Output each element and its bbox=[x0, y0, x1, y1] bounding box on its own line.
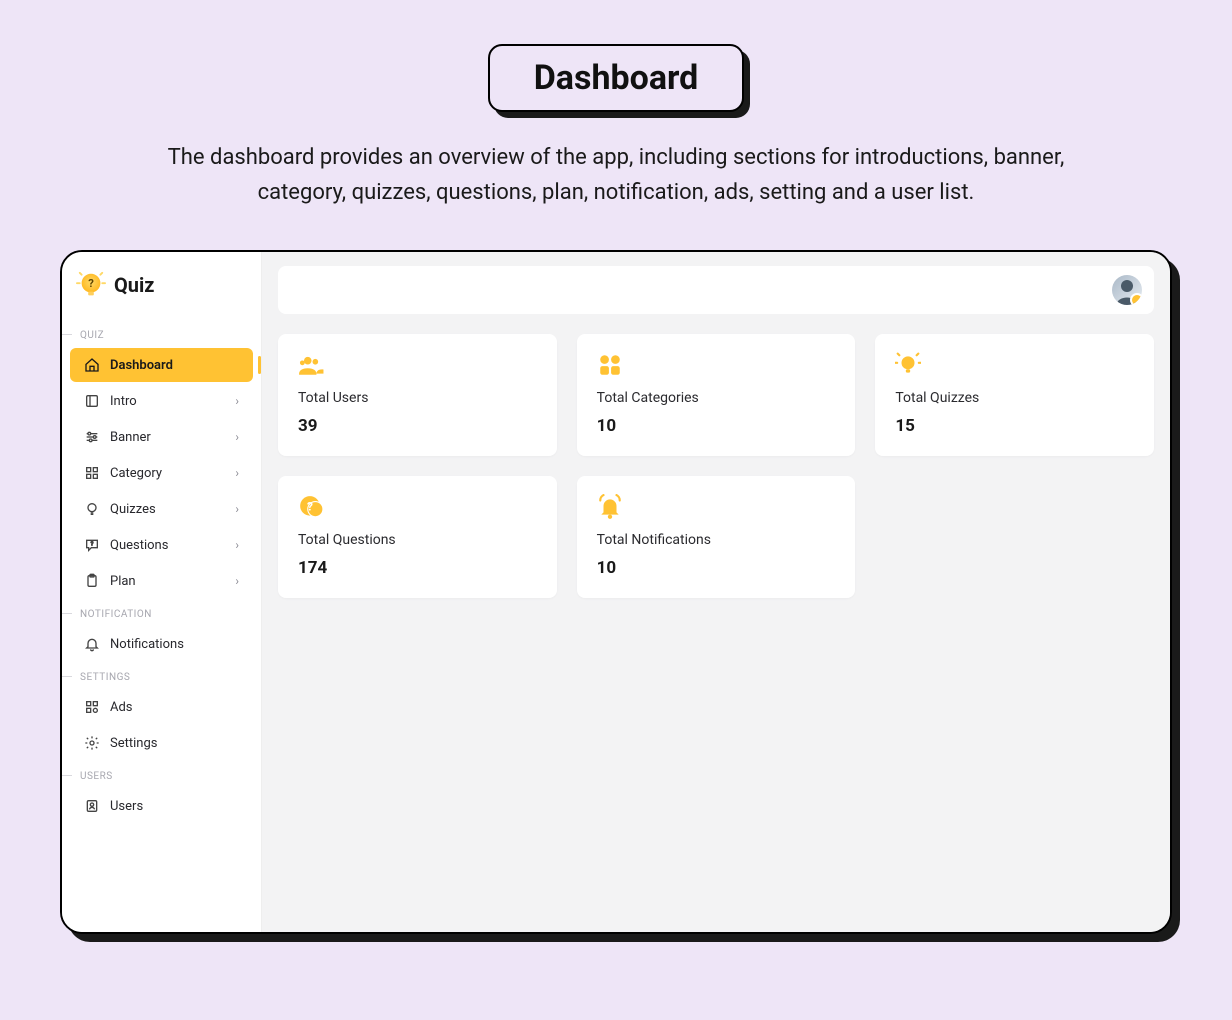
users-icon bbox=[298, 352, 537, 380]
chevron-right-icon: › bbox=[235, 538, 239, 552]
stats-grid: Total Users 39 Total Categories 10 Total… bbox=[278, 334, 1154, 598]
quiz-bulb-icon bbox=[895, 352, 1134, 380]
sidebar-item-banner[interactable]: Banner › bbox=[70, 420, 253, 454]
user-icon bbox=[84, 798, 100, 814]
section-settings-label: SETTINGS bbox=[62, 662, 261, 689]
card-label: Total Questions bbox=[298, 532, 537, 548]
lightbulb-icon bbox=[84, 501, 100, 517]
card-label: Total Categories bbox=[597, 390, 836, 406]
card-value: 10 bbox=[597, 416, 836, 436]
svg-text:?: ? bbox=[88, 277, 94, 290]
card-total-quizzes: Total Quizzes 15 bbox=[875, 334, 1154, 456]
section-notification-label: NOTIFICATION bbox=[62, 599, 261, 626]
nav-label: Questions bbox=[110, 538, 168, 553]
brand-name: Quiz bbox=[114, 273, 154, 297]
sidebar-item-intro[interactable]: Intro › bbox=[70, 384, 253, 418]
chevron-right-icon: › bbox=[235, 430, 239, 444]
card-label: Total Notifications bbox=[597, 532, 836, 548]
card-total-notifications: Total Notifications 10 bbox=[577, 476, 856, 598]
nav-label: Ads bbox=[110, 700, 133, 715]
chevron-right-icon: › bbox=[235, 394, 239, 408]
sidebar-item-questions[interactable]: ? Questions › bbox=[70, 528, 253, 562]
card-value: 15 bbox=[895, 416, 1134, 436]
nav-label: Quizzes bbox=[110, 502, 156, 517]
nav-label: Dashboard bbox=[110, 358, 173, 373]
nav-label: Intro bbox=[110, 394, 137, 409]
app-window: ? Quiz QUIZ Dashboard Intro › bbox=[60, 250, 1172, 934]
page-subtitle: The dashboard provides an overview of th… bbox=[126, 140, 1106, 210]
sidebar-item-dashboard[interactable]: Dashboard bbox=[70, 348, 253, 382]
nav-label: Banner bbox=[110, 430, 151, 445]
nav-label: Users bbox=[110, 799, 143, 814]
chevron-right-icon: › bbox=[235, 574, 239, 588]
card-value: 174 bbox=[298, 558, 537, 578]
section-users-label: USERS bbox=[62, 761, 261, 788]
sidebar-item-settings[interactable]: Settings bbox=[70, 726, 253, 760]
card-total-users: Total Users 39 bbox=[278, 334, 557, 456]
nav-label: Plan bbox=[110, 574, 136, 589]
question-bubble-icon: ? bbox=[298, 494, 537, 522]
nav-label: Settings bbox=[110, 736, 157, 751]
topbar bbox=[278, 266, 1154, 314]
clipboard-icon bbox=[84, 573, 100, 589]
sliders-icon bbox=[84, 429, 100, 445]
brand: ? Quiz bbox=[62, 266, 261, 320]
avatar[interactable] bbox=[1112, 275, 1142, 305]
home-icon bbox=[84, 357, 100, 373]
nav-label: Notifications bbox=[110, 637, 184, 652]
card-label: Total Quizzes bbox=[895, 390, 1134, 406]
card-value: 39 bbox=[298, 416, 537, 436]
card-total-categories: Total Categories 10 bbox=[577, 334, 856, 456]
grid-icon bbox=[84, 465, 100, 481]
sidebar-item-category[interactable]: Category › bbox=[70, 456, 253, 490]
chevron-right-icon: › bbox=[235, 466, 239, 480]
sidebar-item-users[interactable]: Users bbox=[70, 789, 253, 823]
lightbulb-question-icon: ? bbox=[76, 270, 106, 300]
sidebar-item-plan[interactable]: Plan › bbox=[70, 564, 253, 598]
card-total-questions: ? Total Questions 174 bbox=[278, 476, 557, 598]
svg-text:?: ? bbox=[307, 500, 313, 514]
svg-text:?: ? bbox=[91, 542, 94, 548]
categories-icon bbox=[597, 352, 836, 380]
nav-label: Category bbox=[110, 466, 162, 481]
section-quiz-label: QUIZ bbox=[62, 320, 261, 347]
chevron-right-icon: › bbox=[235, 502, 239, 516]
sidebar-item-quizzes[interactable]: Quizzes › bbox=[70, 492, 253, 526]
sidebar-item-ads[interactable]: Ads bbox=[70, 690, 253, 724]
bell-ring-icon bbox=[597, 494, 836, 522]
sidebar-item-notifications[interactable]: Notifications bbox=[70, 627, 253, 661]
intro-icon bbox=[84, 393, 100, 409]
ads-grid-icon bbox=[84, 699, 100, 715]
card-label: Total Users bbox=[298, 390, 537, 406]
bell-icon bbox=[84, 636, 100, 652]
chat-question-icon: ? bbox=[84, 537, 100, 553]
gear-icon bbox=[84, 735, 100, 751]
page-title: Dashboard bbox=[488, 44, 745, 112]
sidebar: ? Quiz QUIZ Dashboard Intro › bbox=[62, 252, 262, 932]
main-area: Total Users 39 Total Categories 10 Total… bbox=[262, 252, 1170, 932]
card-value: 10 bbox=[597, 558, 836, 578]
